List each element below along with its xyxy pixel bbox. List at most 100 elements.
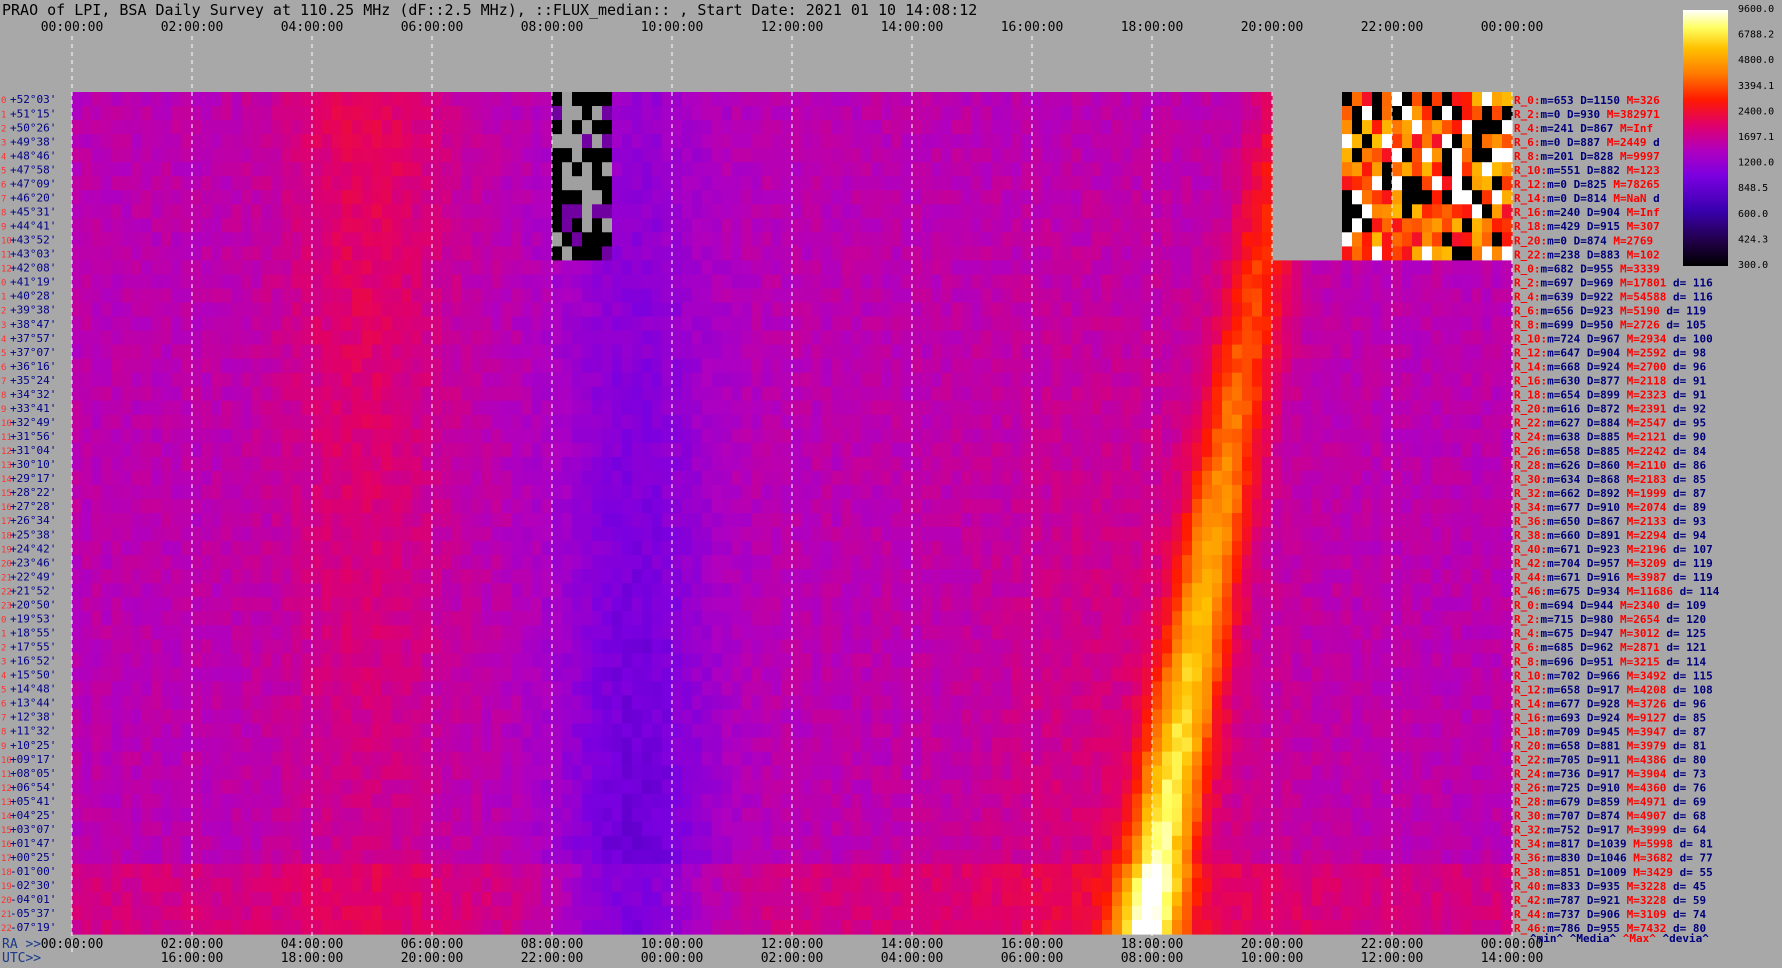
heatmap-cell xyxy=(792,527,803,542)
heatmap-cell xyxy=(172,541,183,556)
heatmap-cell xyxy=(532,344,543,360)
heatmap-cell xyxy=(1422,372,1433,388)
heatmap-cell xyxy=(682,204,693,219)
heatmap-cell xyxy=(482,358,493,374)
heatmap-cell xyxy=(382,134,393,149)
heatmap-cell xyxy=(1372,555,1383,570)
heatmap-cell xyxy=(1372,569,1383,584)
heatmap-cell xyxy=(192,484,203,500)
heatmap-cell xyxy=(92,484,103,500)
heatmap-cell xyxy=(672,400,683,416)
heatmap-cell xyxy=(1262,288,1273,304)
heatmap-cell xyxy=(322,583,333,598)
heatmap-cell xyxy=(1222,204,1233,219)
heatmap-cell xyxy=(602,162,613,177)
heatmap-cell xyxy=(1162,302,1173,318)
heatmap-cell xyxy=(322,204,333,219)
heatmap-cell xyxy=(472,190,483,205)
heatmap-cell xyxy=(862,232,873,247)
heatmap-cell xyxy=(362,232,373,247)
heatmap-cell xyxy=(112,541,123,556)
heatmap-cell xyxy=(972,499,983,514)
heatmap-cell xyxy=(1022,204,1033,219)
heatmap-cell xyxy=(602,442,613,458)
heatmap-cell xyxy=(1122,386,1133,402)
heatmap-cell xyxy=(712,541,723,556)
heatmap-cell xyxy=(862,358,873,374)
heatmap-cell xyxy=(262,344,273,360)
heatmap-cell xyxy=(322,358,333,374)
heatmap-cell xyxy=(1102,162,1113,177)
heatmap-cell xyxy=(1482,246,1493,261)
heatmap-cell xyxy=(252,527,263,542)
heatmap-cell xyxy=(172,372,183,388)
heatmap-cell xyxy=(232,470,243,486)
heatmap-cell xyxy=(922,302,933,318)
heatmap-cell xyxy=(282,358,293,374)
heatmap-cell xyxy=(142,148,153,163)
heatmap-cell xyxy=(892,218,903,233)
heatmap-cell xyxy=(1122,414,1133,430)
heatmap-cell xyxy=(742,204,753,219)
heatmap-cell xyxy=(412,274,423,289)
heatmap-cell xyxy=(422,92,433,107)
heatmap-cell xyxy=(822,499,833,514)
heatmap-cell xyxy=(1022,470,1033,486)
heatmap-cell xyxy=(642,218,653,233)
heatmap-cell xyxy=(112,499,123,514)
heatmap-cell xyxy=(1362,288,1373,304)
heatmap-cell xyxy=(482,414,493,430)
heatmap-cell xyxy=(622,106,633,121)
heatmap-cell xyxy=(92,246,103,261)
heatmap-cell xyxy=(372,162,383,177)
heatmap-cell xyxy=(1332,456,1343,472)
heatmap-cell xyxy=(212,204,223,219)
heatmap-cell xyxy=(862,484,873,500)
heatmap-cell xyxy=(932,513,943,528)
heatmap-cell xyxy=(1262,92,1273,107)
heatmap-cell xyxy=(922,120,933,135)
heatmap-cell xyxy=(582,414,593,430)
heatmap-cell xyxy=(1142,302,1153,318)
heatmap-cell xyxy=(332,386,343,402)
heatmap-cell xyxy=(362,106,373,121)
heatmap-cell xyxy=(1472,330,1483,346)
heatmap-cell xyxy=(552,541,563,556)
heatmap-cell xyxy=(892,372,903,388)
heatmap-cell xyxy=(852,190,863,205)
heatmap-cell xyxy=(132,204,143,219)
heatmap-cell xyxy=(382,583,393,598)
heatmap-cell xyxy=(1232,316,1243,332)
heatmap-cell xyxy=(622,386,633,402)
heatmap-cell xyxy=(502,204,513,219)
heatmap-cell xyxy=(782,527,793,542)
heatmap-cell xyxy=(592,232,603,247)
heatmap-cell xyxy=(1262,456,1273,472)
heatmap-cell xyxy=(1082,92,1093,107)
heatmap-cell xyxy=(1382,569,1393,584)
heatmap-cell xyxy=(262,204,273,219)
heatmap-cell xyxy=(302,400,313,416)
heatmap-cell xyxy=(882,120,893,135)
heatmap-cell xyxy=(582,302,593,318)
heatmap-cell xyxy=(542,260,553,275)
heatmap-cell xyxy=(1142,106,1153,121)
heatmap-cell xyxy=(832,92,843,107)
heatmap-cell xyxy=(102,484,113,500)
heatmap-cell xyxy=(102,344,113,360)
heatmap-cell xyxy=(352,246,363,261)
heatmap-cell xyxy=(562,288,573,304)
heatmap-cell xyxy=(282,274,293,289)
heatmap-cell xyxy=(842,246,853,261)
heatmap-cell xyxy=(392,470,403,486)
heatmap-cell xyxy=(752,218,763,233)
heatmap-cell xyxy=(1022,316,1033,332)
heatmap-cell xyxy=(102,442,113,458)
heatmap-cell xyxy=(1222,527,1233,542)
heatmap-cell xyxy=(392,134,403,149)
heatmap-cell xyxy=(1322,302,1333,318)
heatmap-cell xyxy=(1022,555,1033,570)
heatmap-cell xyxy=(382,555,393,570)
heatmap-cell xyxy=(642,92,653,107)
heatmap-cell xyxy=(952,344,963,360)
